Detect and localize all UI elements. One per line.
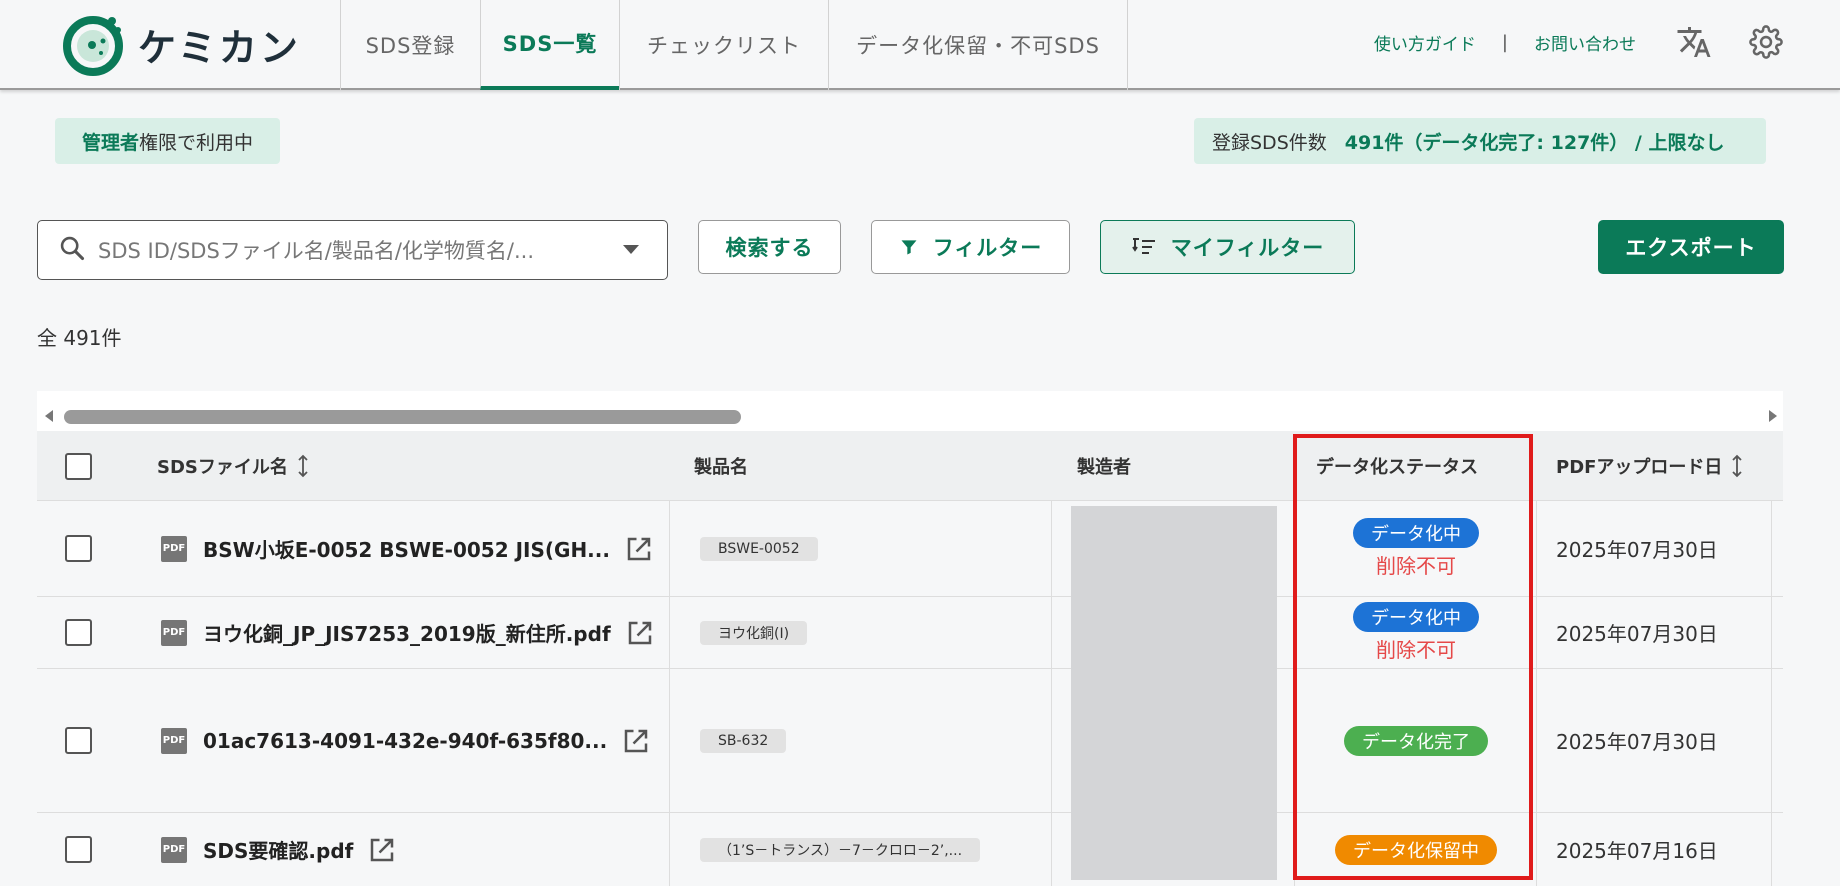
external-link-icon[interactable] — [624, 534, 654, 564]
file-name[interactable]: 01ac7613-4091-432e-940f-635f80... — [203, 729, 607, 753]
guide-link[interactable]: 使い方ガイド — [1374, 30, 1476, 55]
upload-date: 2025年07月30日 — [1556, 622, 1718, 646]
upload-date: 2025年07月30日 — [1556, 538, 1718, 562]
external-link-icon[interactable] — [625, 618, 655, 648]
product-cell: SB-632 — [700, 669, 787, 812]
status-column-highlight — [1293, 434, 1533, 880]
header-actions: 使い方ガイド | お問い合わせ — [1374, 0, 1840, 84]
product-tag: （1’S－トランス）－7－クロロ－2’,... — [700, 837, 981, 862]
upload-date: 2025年07月16日 — [1556, 839, 1718, 863]
role-badge: 管理者 権限で利用中 — [55, 118, 280, 164]
date-cell: 2025年07月30日 — [1556, 597, 1718, 668]
tab-pending-sds[interactable]: データ化保留・不可SDS — [828, 0, 1128, 90]
header-separator: | — [1501, 31, 1508, 53]
scrollbar-thumb[interactable] — [64, 410, 741, 424]
product-tag: ヨウ化銅(I) — [700, 620, 808, 645]
search-icon — [58, 234, 86, 266]
row-checkbox[interactable] — [65, 836, 92, 863]
filter-label: フィルター — [932, 236, 1043, 260]
col-product-name: 製品名 — [694, 457, 748, 478]
column-divider — [1051, 501, 1052, 886]
product-tag: SB-632 — [700, 728, 787, 753]
tab-sds-list[interactable]: SDS一覧 — [480, 0, 619, 90]
export-button[interactable]: エクスポート — [1598, 220, 1784, 274]
chevron-down-icon[interactable] — [623, 245, 639, 254]
row-checkbox-cell — [65, 597, 92, 668]
col-file-name-label: SDSファイル名 — [157, 457, 288, 478]
product-tag: BSWE-0052 — [700, 536, 818, 561]
product-cell: BSWE-0052 — [700, 501, 818, 596]
horizontal-scrollbar[interactable] — [37, 391, 1783, 431]
contact-link[interactable]: お問い合わせ — [1534, 30, 1636, 55]
col-upload-date[interactable]: PDFアップロード日 — [1556, 431, 1744, 501]
file-name[interactable]: SDS要確認.pdf — [203, 835, 353, 864]
filter-button[interactable]: フィルター — [871, 220, 1070, 274]
product-cell: ヨウ化銅(I) — [700, 597, 808, 668]
gear-icon[interactable] — [1744, 20, 1788, 64]
logo-mark-icon — [60, 11, 126, 77]
col-upload-date-label: PDFアップロード日 — [1556, 457, 1723, 478]
column-divider — [1771, 501, 1772, 886]
manufacturer-redacted — [1071, 506, 1277, 880]
pdf-icon: PDF — [161, 727, 187, 754]
pdf-icon: PDF — [161, 836, 187, 863]
scroll-right-icon[interactable] — [1769, 410, 1777, 422]
select-all-cell — [65, 431, 92, 501]
sds-count-badge: 登録SDS件数 491件（データ化完了: 127件） / 上限なし — [1194, 118, 1766, 164]
search-input[interactable]: SDS ID/SDSファイル名/製品名/化学物質名/... — [37, 220, 668, 280]
row-checkbox-cell — [65, 669, 92, 812]
column-divider — [669, 501, 670, 886]
search-placeholder: SDS ID/SDSファイル名/製品名/化学物質名/... — [98, 239, 535, 263]
row-checkbox-cell — [65, 813, 92, 886]
row-checkbox[interactable] — [65, 727, 92, 754]
sds-count-value: 491件（データ化完了: 127件） / 上限なし — [1344, 131, 1725, 154]
main-nav: SDS登録 SDS一覧 チェックリスト データ化保留・不可SDS — [340, 0, 1128, 90]
my-filter-label: マイフィルター — [1170, 236, 1325, 260]
search-button[interactable]: 検索する — [698, 220, 841, 274]
external-link-icon[interactable] — [621, 726, 651, 756]
filter-icon — [899, 237, 919, 257]
row-checkbox[interactable] — [65, 619, 92, 646]
my-filter-button[interactable]: マイフィルター — [1100, 220, 1355, 274]
role-name: 管理者 — [81, 131, 139, 154]
product-cell: （1’S－トランス）－7－クロロ－2’,... — [700, 813, 981, 886]
sort-filter-icon — [1131, 236, 1157, 258]
tab-sds-register[interactable]: SDS登録 — [340, 0, 480, 90]
date-cell: 2025年07月30日 — [1556, 501, 1718, 596]
file-cell: PDF BSW小坂E-0052 BSWE-0052 JIS(GH... — [161, 501, 654, 596]
scroll-left-icon[interactable] — [45, 410, 53, 422]
row-checkbox[interactable] — [65, 535, 92, 562]
date-cell: 2025年07月16日 — [1556, 813, 1718, 886]
date-cell: 2025年07月30日 — [1556, 669, 1718, 812]
sort-icon[interactable] — [1730, 454, 1744, 478]
external-link-icon[interactable] — [367, 835, 397, 865]
col-manufacturer: 製造者 — [1077, 457, 1131, 478]
app-logo[interactable]: ケミカン — [60, 10, 301, 78]
select-all-checkbox[interactable] — [65, 452, 92, 480]
file-name[interactable]: ヨウ化銅_JP_JIS7253_2019版_新住所.pdf — [203, 618, 611, 647]
sort-icon[interactable] — [296, 454, 310, 478]
file-cell: PDF 01ac7613-4091-432e-940f-635f80... — [161, 669, 651, 812]
pdf-icon: PDF — [161, 535, 187, 562]
translate-icon[interactable] — [1672, 20, 1716, 64]
file-cell: PDF SDS要確認.pdf — [161, 813, 397, 886]
app-header: ケミカン SDS登録 SDS一覧 チェックリスト データ化保留・不可SDS 使い… — [0, 0, 1840, 90]
pdf-icon: PDF — [161, 619, 187, 646]
col-file-name[interactable]: SDSファイル名 — [157, 431, 310, 501]
role-suffix: 権限で利用中 — [139, 131, 254, 154]
column-divider — [1536, 501, 1537, 886]
total-count: 全 491件 — [37, 326, 122, 350]
logo-text: ケミカン — [138, 25, 301, 70]
file-cell: PDF ヨウ化銅_JP_JIS7253_2019版_新住所.pdf — [161, 597, 655, 668]
upload-date: 2025年07月30日 — [1556, 730, 1718, 754]
file-name[interactable]: BSW小坂E-0052 BSWE-0052 JIS(GH... — [203, 534, 610, 563]
tab-checklist[interactable]: チェックリスト — [619, 0, 828, 90]
sds-count-label: 登録SDS件数 — [1212, 131, 1327, 154]
row-checkbox-cell — [65, 501, 92, 596]
